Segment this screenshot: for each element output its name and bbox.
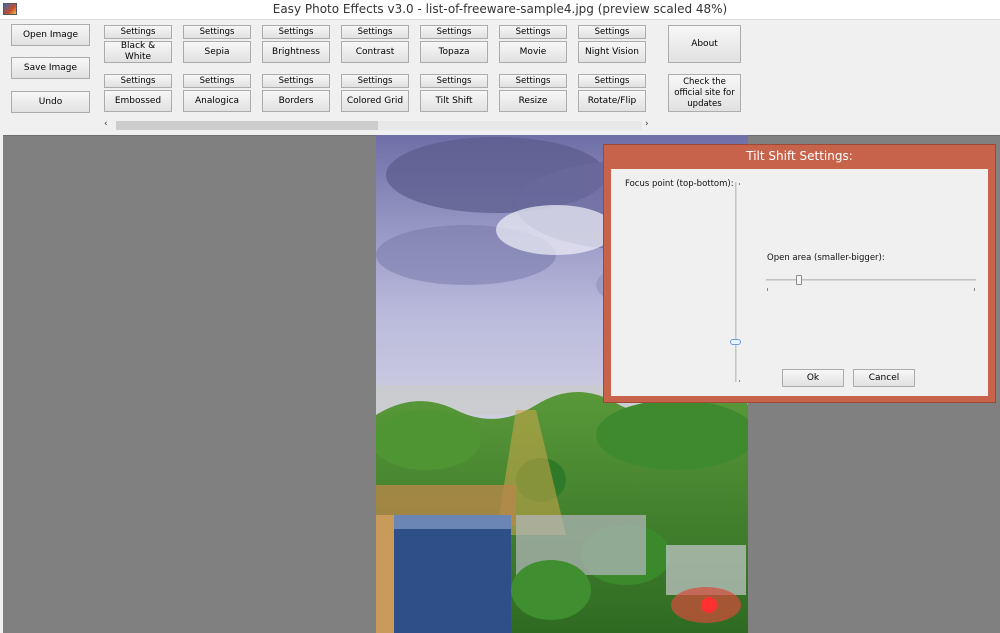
focus-point-slider-track[interactable] <box>735 182 737 382</box>
check-updates-button[interactable]: Check the official site for updates <box>668 74 741 112</box>
contrast-button[interactable]: Contrast <box>341 41 409 63</box>
focus-point-slider-thumb[interactable] <box>730 339 741 345</box>
brightness-button[interactable]: Brightness <box>262 41 330 63</box>
focus-slider-top-tick <box>739 183 740 185</box>
black-white-settings-button[interactable]: Settings <box>104 25 172 39</box>
dialog-client-area: Focus point (top-bottom): Open area (sma… <box>611 169 988 396</box>
dialog-title: Tilt Shift Settings: <box>746 149 853 163</box>
embossed-settings-button[interactable]: Settings <box>104 74 172 88</box>
open-area-label: Open area (smaller-bigger): <box>767 253 885 263</box>
analogica-button[interactable]: Analogica <box>183 90 251 112</box>
tilt-shift-settings-button[interactable]: Settings <box>420 74 488 88</box>
topaza-button[interactable]: Topaza <box>420 41 488 63</box>
embossed-button[interactable]: Embossed <box>104 90 172 112</box>
night-vision-settings-button[interactable]: Settings <box>578 25 646 39</box>
ok-button[interactable]: Ok <box>782 369 844 387</box>
open-area-slider-thumb[interactable] <box>796 275 802 285</box>
night-vision-button[interactable]: Night Vision <box>578 41 646 63</box>
tilt-shift-button[interactable]: Tilt Shift <box>420 90 488 112</box>
about-button[interactable]: About <box>668 25 741 63</box>
analogica-settings-button[interactable]: Settings <box>183 74 251 88</box>
colored-grid-settings-button[interactable]: Settings <box>341 74 409 88</box>
undo-button[interactable]: Undo <box>11 91 90 113</box>
movie-settings-button[interactable]: Settings <box>499 25 567 39</box>
contrast-settings-button[interactable]: Settings <box>341 25 409 39</box>
focus-slider-bottom-tick <box>739 380 740 382</box>
window-title: Easy Photo Effects v3.0 - list-of-freewa… <box>272 2 728 16</box>
sepia-button[interactable]: Sepia <box>183 41 251 63</box>
brightness-settings-button[interactable]: Settings <box>262 25 330 39</box>
movie-button[interactable]: Movie <box>499 41 567 63</box>
save-image-button[interactable]: Save Image <box>11 57 90 79</box>
scroll-left-arrow-icon[interactable]: ‹ <box>104 119 108 129</box>
title-bar: Easy Photo Effects v3.0 - list-of-freewa… <box>0 0 1000 20</box>
focus-point-label: Focus point (top-bottom): <box>625 179 734 189</box>
open-area-left-tick <box>767 288 768 291</box>
open-area-right-tick <box>974 288 975 291</box>
horizontal-scrollbar-thumb[interactable] <box>116 121 378 130</box>
scroll-right-arrow-icon[interactable]: › <box>645 119 649 129</box>
colored-grid-button[interactable]: Colored Grid <box>341 90 409 112</box>
borders-settings-button[interactable]: Settings <box>262 74 330 88</box>
cancel-button[interactable]: Cancel <box>853 369 915 387</box>
resize-button[interactable]: Resize <box>499 90 567 112</box>
open-image-button[interactable]: Open Image <box>11 24 90 46</box>
rotate-flip-settings-button[interactable]: Settings <box>578 74 646 88</box>
black-white-button[interactable]: Black & White <box>104 41 172 63</box>
borders-button[interactable]: Borders <box>262 90 330 112</box>
tilt-shift-settings-dialog: Tilt Shift Settings: Focus point (top-bo… <box>603 144 996 403</box>
sepia-settings-button[interactable]: Settings <box>183 25 251 39</box>
rotate-flip-button[interactable]: Rotate/Flip <box>578 90 646 112</box>
topaza-settings-button[interactable]: Settings <box>420 25 488 39</box>
resize-settings-button[interactable]: Settings <box>499 74 567 88</box>
